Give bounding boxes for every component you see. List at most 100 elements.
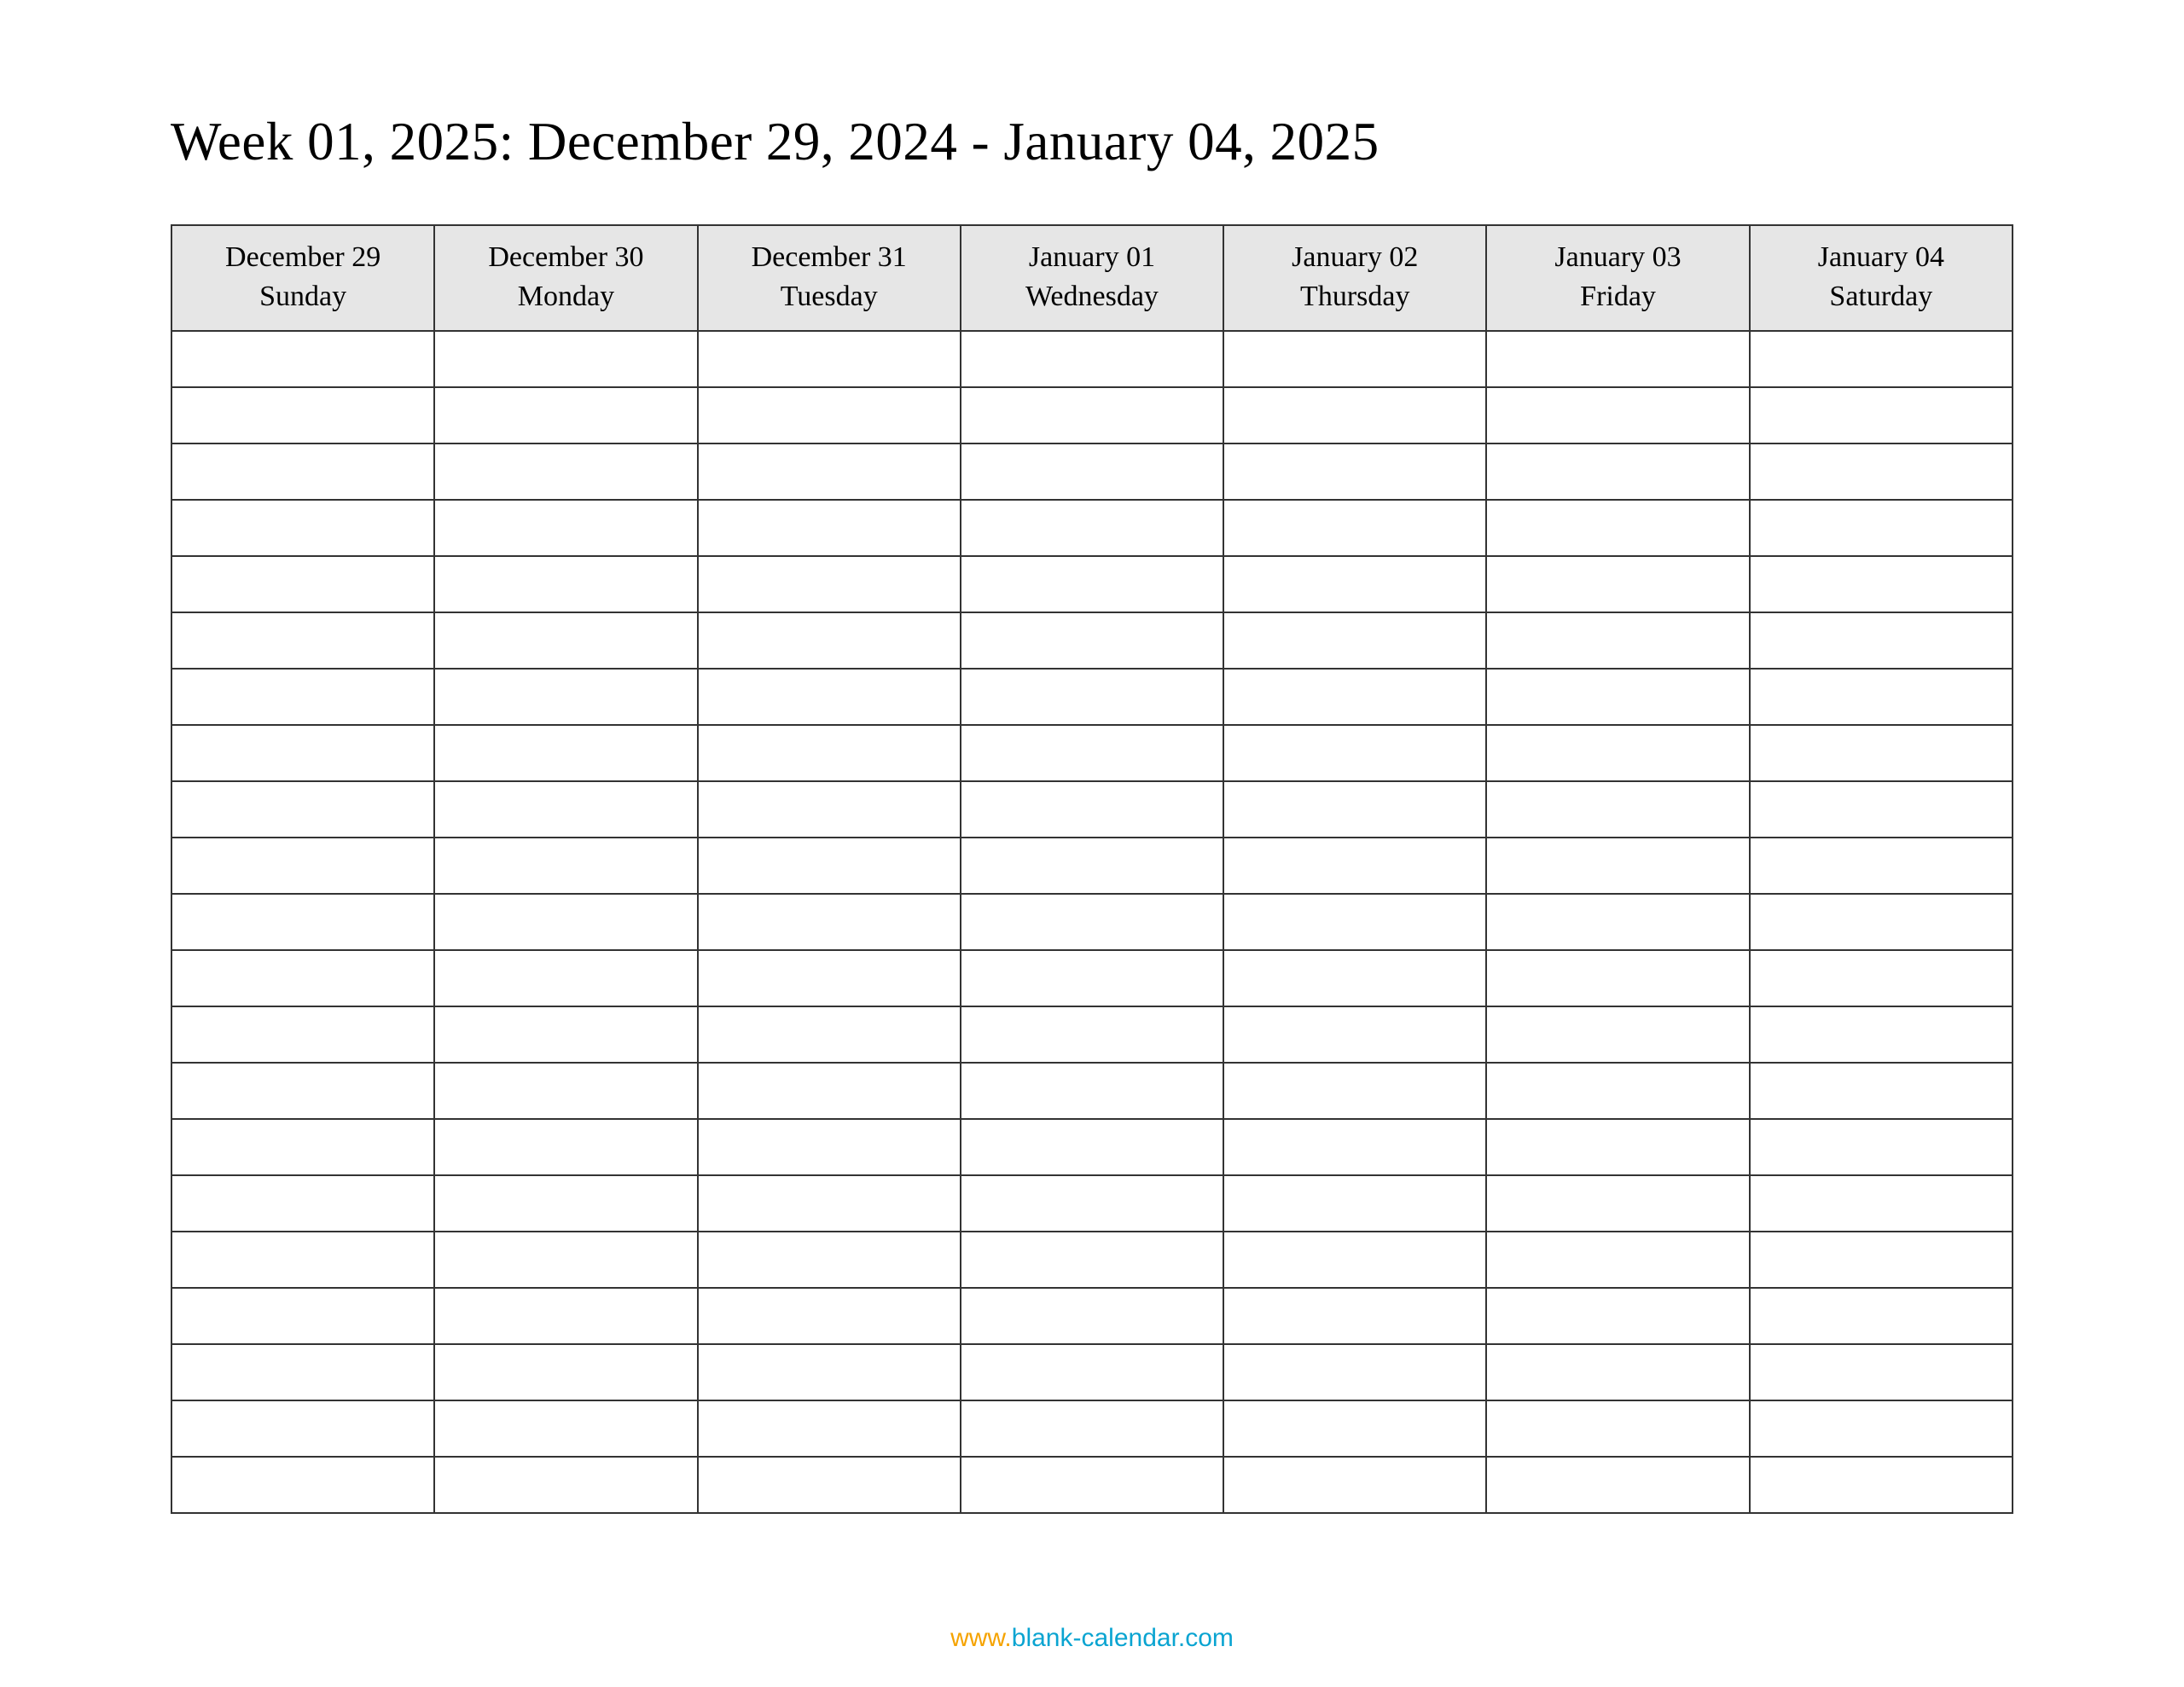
calendar-cell[interactable] (1223, 950, 1486, 1006)
calendar-cell[interactable] (171, 500, 434, 556)
calendar-cell[interactable] (171, 556, 434, 612)
calendar-cell[interactable] (1223, 500, 1486, 556)
calendar-cell[interactable] (434, 556, 697, 612)
calendar-cell[interactable] (1223, 1175, 1486, 1232)
calendar-cell[interactable] (434, 669, 697, 725)
calendar-cell[interactable] (171, 1457, 434, 1513)
footer-link[interactable]: www.blank-calendar.com (950, 1624, 1234, 1652)
calendar-cell[interactable] (1750, 331, 2013, 387)
calendar-cell[interactable] (434, 1119, 697, 1175)
calendar-cell[interactable] (171, 725, 434, 781)
calendar-cell[interactable] (1223, 838, 1486, 894)
calendar-cell[interactable] (171, 669, 434, 725)
calendar-cell[interactable] (171, 894, 434, 950)
calendar-cell[interactable] (171, 781, 434, 838)
calendar-cell[interactable] (961, 387, 1223, 443)
calendar-cell[interactable] (1486, 1063, 1749, 1119)
calendar-cell[interactable] (1223, 387, 1486, 443)
calendar-cell[interactable] (1750, 1232, 2013, 1288)
calendar-cell[interactable] (1486, 725, 1749, 781)
calendar-cell[interactable] (1486, 331, 1749, 387)
calendar-cell[interactable] (1750, 838, 2013, 894)
calendar-cell[interactable] (1486, 1175, 1749, 1232)
calendar-cell[interactable] (1486, 894, 1749, 950)
calendar-cell[interactable] (434, 1006, 697, 1063)
calendar-cell[interactable] (698, 1175, 961, 1232)
calendar-cell[interactable] (1223, 1063, 1486, 1119)
calendar-cell[interactable] (1486, 1400, 1749, 1457)
calendar-cell[interactable] (1486, 838, 1749, 894)
calendar-cell[interactable] (1750, 500, 2013, 556)
calendar-cell[interactable] (1750, 612, 2013, 669)
calendar-cell[interactable] (1486, 387, 1749, 443)
calendar-cell[interactable] (961, 950, 1223, 1006)
calendar-cell[interactable] (1750, 387, 2013, 443)
calendar-cell[interactable] (698, 894, 961, 950)
calendar-cell[interactable] (1223, 1400, 1486, 1457)
calendar-cell[interactable] (698, 387, 961, 443)
calendar-cell[interactable] (1486, 1119, 1749, 1175)
calendar-cell[interactable] (961, 612, 1223, 669)
calendar-cell[interactable] (961, 500, 1223, 556)
calendar-cell[interactable] (961, 1175, 1223, 1232)
calendar-cell[interactable] (1750, 443, 2013, 500)
calendar-cell[interactable] (961, 1288, 1223, 1344)
calendar-cell[interactable] (434, 612, 697, 669)
calendar-cell[interactable] (171, 1232, 434, 1288)
calendar-cell[interactable] (434, 387, 697, 443)
calendar-cell[interactable] (961, 1232, 1223, 1288)
calendar-cell[interactable] (698, 500, 961, 556)
calendar-cell[interactable] (434, 1457, 697, 1513)
calendar-cell[interactable] (698, 612, 961, 669)
calendar-cell[interactable] (171, 1288, 434, 1344)
calendar-cell[interactable] (1223, 331, 1486, 387)
calendar-cell[interactable] (1750, 669, 2013, 725)
calendar-cell[interactable] (961, 725, 1223, 781)
calendar-cell[interactable] (171, 1063, 434, 1119)
calendar-cell[interactable] (1223, 781, 1486, 838)
calendar-cell[interactable] (1750, 1006, 2013, 1063)
calendar-cell[interactable] (961, 1006, 1223, 1063)
calendar-cell[interactable] (1750, 1288, 2013, 1344)
calendar-cell[interactable] (434, 331, 697, 387)
calendar-cell[interactable] (1750, 725, 2013, 781)
calendar-cell[interactable] (1223, 443, 1486, 500)
calendar-cell[interactable] (1750, 1175, 2013, 1232)
calendar-cell[interactable] (698, 725, 961, 781)
calendar-cell[interactable] (1223, 1344, 1486, 1400)
calendar-cell[interactable] (698, 1063, 961, 1119)
calendar-cell[interactable] (434, 950, 697, 1006)
calendar-cell[interactable] (1486, 500, 1749, 556)
calendar-cell[interactable] (1223, 1457, 1486, 1513)
calendar-cell[interactable] (1223, 612, 1486, 669)
calendar-cell[interactable] (1750, 894, 2013, 950)
calendar-cell[interactable] (434, 443, 697, 500)
calendar-cell[interactable] (698, 1344, 961, 1400)
calendar-cell[interactable] (961, 331, 1223, 387)
calendar-cell[interactable] (961, 669, 1223, 725)
calendar-cell[interactable] (171, 838, 434, 894)
calendar-cell[interactable] (698, 1119, 961, 1175)
calendar-cell[interactable] (961, 1457, 1223, 1513)
calendar-cell[interactable] (1223, 1232, 1486, 1288)
calendar-cell[interactable] (698, 1232, 961, 1288)
calendar-cell[interactable] (434, 1288, 697, 1344)
calendar-cell[interactable] (698, 669, 961, 725)
calendar-cell[interactable] (698, 838, 961, 894)
calendar-cell[interactable] (1750, 1457, 2013, 1513)
calendar-cell[interactable] (1486, 781, 1749, 838)
calendar-cell[interactable] (961, 1119, 1223, 1175)
calendar-cell[interactable] (1486, 556, 1749, 612)
calendar-cell[interactable] (171, 612, 434, 669)
calendar-cell[interactable] (434, 1232, 697, 1288)
calendar-cell[interactable] (1223, 669, 1486, 725)
calendar-cell[interactable] (171, 1006, 434, 1063)
calendar-cell[interactable] (698, 1457, 961, 1513)
calendar-cell[interactable] (1750, 1344, 2013, 1400)
calendar-cell[interactable] (1750, 1119, 2013, 1175)
calendar-cell[interactable] (1486, 1457, 1749, 1513)
calendar-cell[interactable] (1486, 1232, 1749, 1288)
calendar-cell[interactable] (698, 1400, 961, 1457)
calendar-cell[interactable] (1750, 1400, 2013, 1457)
calendar-cell[interactable] (698, 443, 961, 500)
